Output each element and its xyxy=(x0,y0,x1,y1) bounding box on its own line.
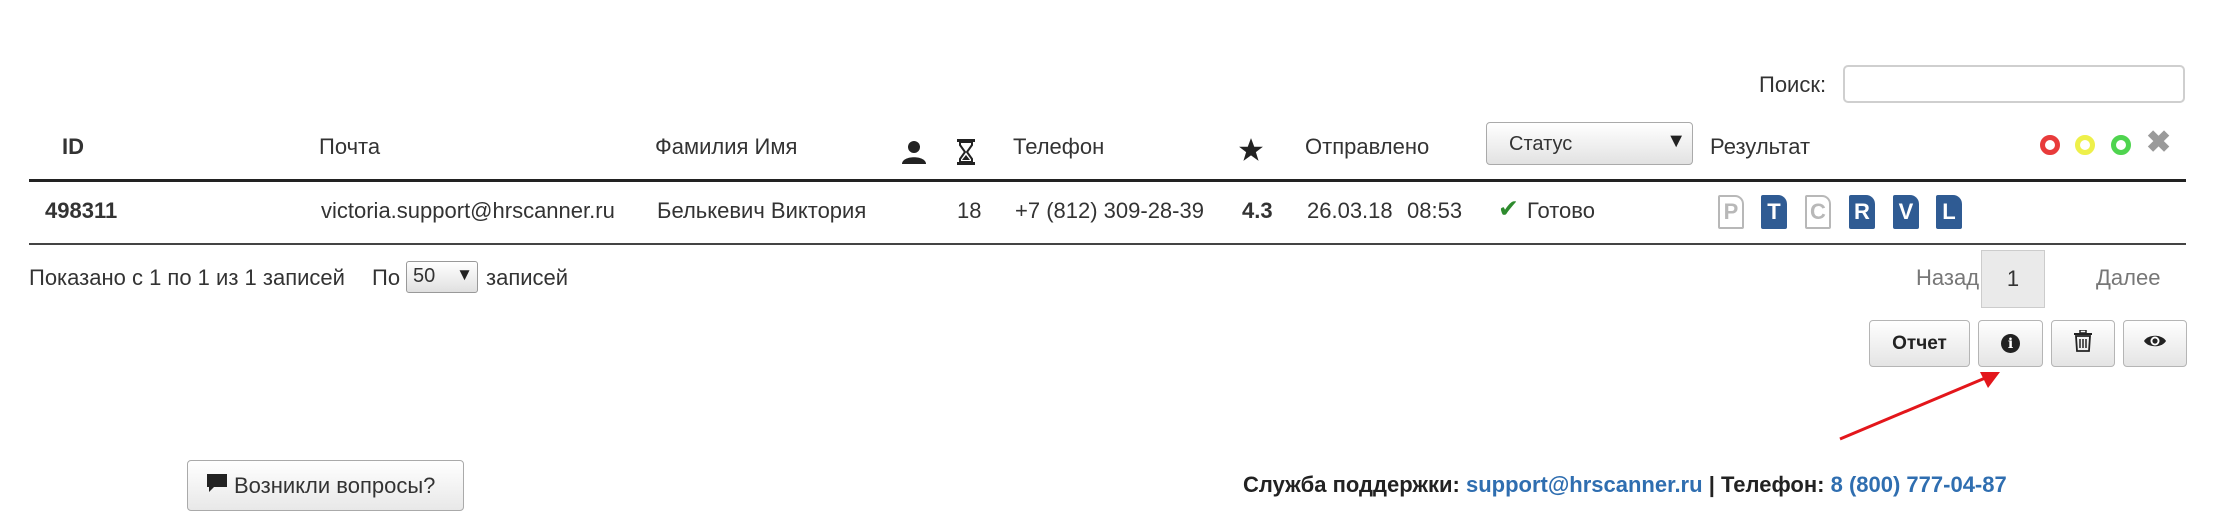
cell-sent-date: 26.03.18 xyxy=(1307,198,1393,223)
result-doc-v-icon[interactable]: V xyxy=(1893,195,1919,229)
row-divider xyxy=(29,243,2186,245)
support-email-link[interactable]: support@hrscanner.ru xyxy=(1466,472,1703,497)
column-header-email[interactable]: Почта xyxy=(319,134,380,160)
cell-id: 498311 xyxy=(45,198,118,223)
prev-page-link[interactable]: Назад xyxy=(1916,265,1979,291)
delete-button[interactable] xyxy=(2051,320,2115,367)
cell-rating: 4.3 xyxy=(1242,198,1273,223)
page-1-button[interactable]: 1 xyxy=(1981,250,2045,308)
per-page-prefix: По xyxy=(372,265,401,290)
questions-button[interactable]: Возникли вопросы? xyxy=(187,460,464,511)
support-phone-label: Телефон: xyxy=(1720,472,1825,497)
questions-button-label: Возникли вопросы? xyxy=(234,472,436,498)
column-header-phone[interactable]: Телефон xyxy=(1013,134,1104,160)
caret-down-icon: ▼ xyxy=(456,265,473,284)
column-header-name[interactable]: Фамилия Имя xyxy=(655,134,797,160)
support-contacts: Служба поддержки: support@hrscanner.ru |… xyxy=(1243,472,2007,498)
cell-email: victoria.support@hrscanner.ru xyxy=(321,198,615,223)
yellow-circle-filter-icon[interactable] xyxy=(2075,135,2095,155)
trash-icon xyxy=(2074,329,2092,357)
result-doc-l-icon[interactable]: L xyxy=(1936,195,1962,229)
cell-name: Белькевич Виктория xyxy=(657,198,867,223)
eye-icon xyxy=(2143,333,2167,354)
cell-sent-time: 08:53 xyxy=(1407,198,1463,223)
support-label: Служба поддержки: xyxy=(1243,472,1460,497)
column-header-sent[interactable]: Отправлено xyxy=(1305,134,1429,160)
star-icon[interactable] xyxy=(1238,137,1264,168)
red-circle-filter-icon[interactable] xyxy=(2040,135,2060,155)
check-icon: ✔ xyxy=(1498,195,1519,223)
cell-phone: +7 (812) 309-28-39 xyxy=(1015,198,1204,223)
result-doc-t-icon[interactable]: T xyxy=(1761,195,1787,229)
next-page-link[interactable]: Далее xyxy=(2096,265,2160,291)
search-input[interactable] xyxy=(1843,65,2185,103)
clear-filter-icon[interactable]: ✖ xyxy=(2146,128,2171,158)
search-label: Поиск: xyxy=(1759,72,1827,97)
column-header-id[interactable]: ID xyxy=(62,134,84,160)
result-doc-c-icon[interactable]: C xyxy=(1805,195,1831,229)
green-circle-filter-icon[interactable] xyxy=(2111,135,2131,155)
report-button-label: Отчет xyxy=(1892,332,1947,354)
result-doc-r-icon[interactable]: R xyxy=(1849,195,1875,229)
records-info: Показано с 1 по 1 из 1 записей xyxy=(29,265,345,290)
per-page-select[interactable]: 50 ▼ xyxy=(406,261,478,293)
info-icon: i xyxy=(2001,334,2020,353)
column-header-result[interactable]: Результат xyxy=(1710,134,1810,160)
cell-status: Готово xyxy=(1527,198,1595,223)
per-page-value: 50 xyxy=(413,265,436,287)
cell-time: 18 xyxy=(957,198,982,223)
view-button[interactable] xyxy=(2123,320,2187,367)
result-doc-p-icon[interactable]: P xyxy=(1718,195,1744,229)
hourglass-icon[interactable] xyxy=(957,139,975,170)
page-number: 1 xyxy=(2006,266,2020,291)
support-phone-link[interactable]: 8 (800) 777-04-87 xyxy=(1831,472,2007,497)
chat-icon xyxy=(206,473,228,499)
support-separator: | xyxy=(1708,472,1715,497)
annotation-arrow xyxy=(1839,372,2000,441)
status-filter-value: Статус xyxy=(1509,133,1573,155)
caret-down-icon: ▼ xyxy=(1666,130,1686,152)
user-icon[interactable] xyxy=(901,139,927,170)
per-page-suffix: записей xyxy=(486,265,569,290)
status-filter-select[interactable]: Статус ▼ xyxy=(1486,122,1693,165)
header-divider xyxy=(29,179,2186,182)
